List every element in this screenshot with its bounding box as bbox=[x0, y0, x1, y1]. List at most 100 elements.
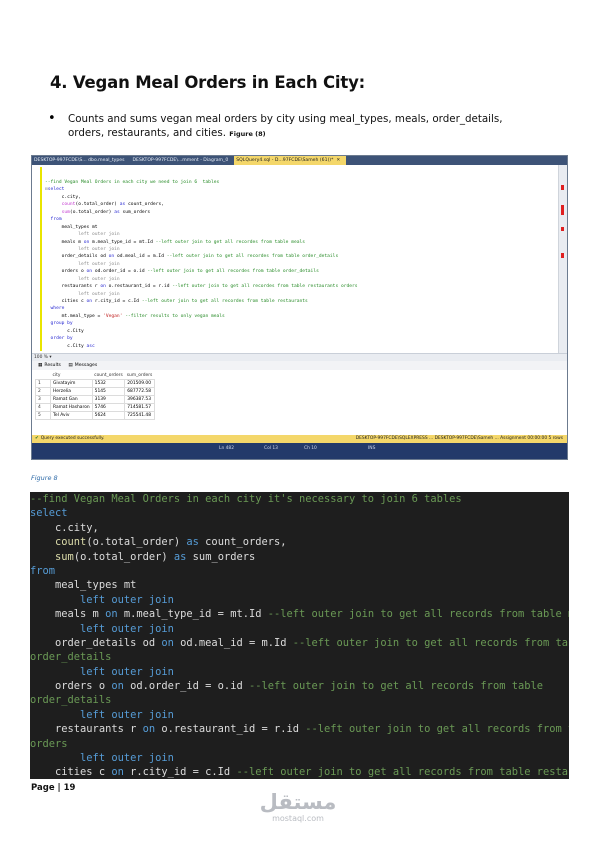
watermark-arabic: مستقل bbox=[259, 790, 337, 814]
tab-label: SQLQuery4.sql - D...97FCDE\Sameh (61))* bbox=[236, 158, 334, 163]
code-line: left outer join bbox=[30, 708, 569, 722]
code-token: c.city, bbox=[30, 521, 99, 534]
table-row[interactable]: 2 Herzelia 5145 687772.58 bbox=[35, 387, 155, 396]
tab-0[interactable]: DESKTOP-997FCDE\S... dbo.meal_types bbox=[32, 156, 131, 165]
code-token: order by bbox=[45, 336, 73, 342]
code-line: count(o.total_order) as count_orders, bbox=[30, 535, 569, 549]
code-token: left outer join bbox=[30, 708, 174, 721]
code-line: left outer join bbox=[45, 261, 358, 268]
code-line: orders bbox=[30, 737, 569, 751]
code-line: orders o on od.order_id = o.id --left ou… bbox=[45, 268, 358, 275]
table-row[interactable]: 4 Ramat Hasharon 5746 714581.57 bbox=[35, 403, 155, 412]
code-token: --find Vegan Meal Orders in each city we… bbox=[45, 180, 220, 185]
code-token: count_orders, bbox=[198, 536, 287, 549]
code-token: meals m bbox=[30, 608, 106, 621]
code-token: orders o bbox=[30, 680, 112, 693]
row-number: 1 bbox=[35, 379, 51, 388]
code-token: where bbox=[45, 306, 65, 312]
code-token: on bbox=[105, 608, 118, 621]
code-line: mt.meal_type = 'Vegan' --filter results … bbox=[45, 313, 358, 320]
code-token: on bbox=[161, 636, 174, 649]
code-token: --filter results to only vegan meals bbox=[125, 313, 225, 319]
row-number: 4 bbox=[35, 403, 51, 412]
code-token: restaurants r bbox=[45, 284, 101, 290]
code-token: from bbox=[45, 217, 62, 223]
bullet-item: • Counts and sums vegan meal orders by c… bbox=[48, 111, 538, 141]
editor-scrollbar[interactable] bbox=[558, 165, 567, 355]
row-number: 2 bbox=[35, 387, 51, 396]
code-token: on bbox=[111, 680, 124, 693]
bullet-text: Counts and sums vegan meal orders by cit… bbox=[68, 112, 538, 141]
table-cell: 5746 bbox=[91, 403, 126, 412]
code-token: --left outer join to get all records fro… bbox=[292, 636, 569, 649]
code-token: m.meal_type_id = mt.Id bbox=[89, 239, 156, 245]
table-cell: 3139 bbox=[91, 395, 126, 404]
code-token: left outer join bbox=[30, 622, 174, 635]
tab-2[interactable]: SQLQuery4.sql - D...97FCDE\Sameh (61))* ✕ bbox=[234, 156, 347, 165]
watermark: مستقل mostaql.com bbox=[243, 790, 353, 823]
code-token: group by bbox=[45, 321, 73, 327]
scroll-marker bbox=[561, 205, 564, 215]
code-token: sum_orders bbox=[186, 550, 256, 563]
code-line: --find Vegan Meal Orders in each city we… bbox=[45, 179, 358, 186]
code-token: left outer join bbox=[30, 593, 174, 606]
change-margin bbox=[40, 167, 42, 351]
code-line: count(o.total_order) as count_orders, bbox=[45, 201, 358, 208]
code-line: order by bbox=[45, 335, 358, 342]
code-token: select bbox=[47, 187, 65, 193]
char-number: Ch 10 bbox=[304, 446, 317, 451]
code-line: from bbox=[45, 216, 358, 223]
close-icon[interactable]: ✕ bbox=[336, 158, 340, 163]
section-heading: 4. Vegan Meal Orders in Each City: bbox=[50, 73, 366, 92]
tab-results[interactable]: Results bbox=[44, 363, 61, 368]
code-line: orders o on od.order_id = o.id --left ou… bbox=[30, 679, 569, 693]
tab-1[interactable]: DESKTOP-997FCDE\...mment - Diagram_0 bbox=[131, 156, 235, 165]
line-number: Ln 482 bbox=[219, 446, 235, 451]
code-token: --left outer join to get all records fro… bbox=[267, 608, 569, 621]
chevron-down-icon[interactable]: ▾ bbox=[49, 355, 51, 360]
tab-label: DESKTOP-997FCDE\S... dbo.meal_types bbox=[34, 158, 125, 163]
table-cell: 396387.53 bbox=[124, 395, 155, 404]
page-number: Page | 19 bbox=[31, 783, 76, 793]
code-line: sum(o.total_order) as sum_orders bbox=[45, 209, 358, 216]
scroll-marker bbox=[561, 227, 564, 231]
code-token: left outer join bbox=[45, 232, 120, 238]
query-editor[interactable]: --find Vegan Meal Orders in each city we… bbox=[32, 165, 559, 353]
code-token: (o.total_order) bbox=[75, 202, 120, 208]
code-token: order_details od bbox=[30, 636, 162, 649]
figure-caption: Figure 8 bbox=[31, 474, 58, 482]
code-token: mt.meal_type = bbox=[45, 313, 104, 319]
table-row[interactable]: 3 Ramat Gan 3139 396387.53 bbox=[35, 395, 155, 404]
code-token: od.meal_id = m.Id bbox=[173, 636, 293, 649]
code-line: c.city, bbox=[30, 521, 569, 535]
code-line: left outer join bbox=[30, 622, 569, 636]
code-token: (o.total_order) bbox=[69, 209, 115, 215]
code-token: asc bbox=[86, 343, 95, 349]
table-cell: 5624 bbox=[91, 411, 126, 420]
code-token: c.city, bbox=[45, 194, 81, 200]
table-row[interactable]: 1 Givatayim 1532 201509.00 bbox=[35, 379, 155, 388]
tab-label: DESKTOP-997FCDE\...mment - Diagram_0 bbox=[132, 158, 229, 163]
code-token: orders bbox=[30, 737, 68, 750]
code-token: m.meal_type_id = mt.Id bbox=[117, 608, 268, 621]
figure-reference: Figure (8) bbox=[229, 130, 266, 138]
code-token: meal_types mt bbox=[30, 579, 137, 592]
zoom-level[interactable]: 100 % bbox=[34, 355, 48, 360]
code-line: left outer join bbox=[30, 665, 569, 679]
code-line: sum(o.total_order) as sum_orders bbox=[30, 550, 569, 564]
code-line: order_details bbox=[30, 693, 569, 707]
code-token: --left outer join to get all recordes fr… bbox=[141, 299, 308, 304]
tab-messages[interactable]: Messages bbox=[75, 363, 98, 368]
table-cell: 725541.48 bbox=[124, 411, 155, 420]
table-row[interactable]: 5 Tel Aviv 5624 725541.48 bbox=[35, 411, 155, 420]
query-status-bar: ✔ Query executed successfully. DESKTOP-99… bbox=[32, 435, 567, 443]
code-token: order_details od bbox=[45, 254, 109, 260]
code-line: select bbox=[30, 506, 569, 520]
code-line: left outer join bbox=[45, 231, 358, 238]
code-token: left outer join bbox=[45, 276, 120, 282]
code-token: r.city_id = c.Id bbox=[123, 766, 237, 779]
code-line: left outer join bbox=[45, 291, 358, 298]
code-token: from bbox=[30, 564, 56, 577]
code-line: meals m on m.meal_type_id = mt.Id --left… bbox=[30, 607, 569, 621]
